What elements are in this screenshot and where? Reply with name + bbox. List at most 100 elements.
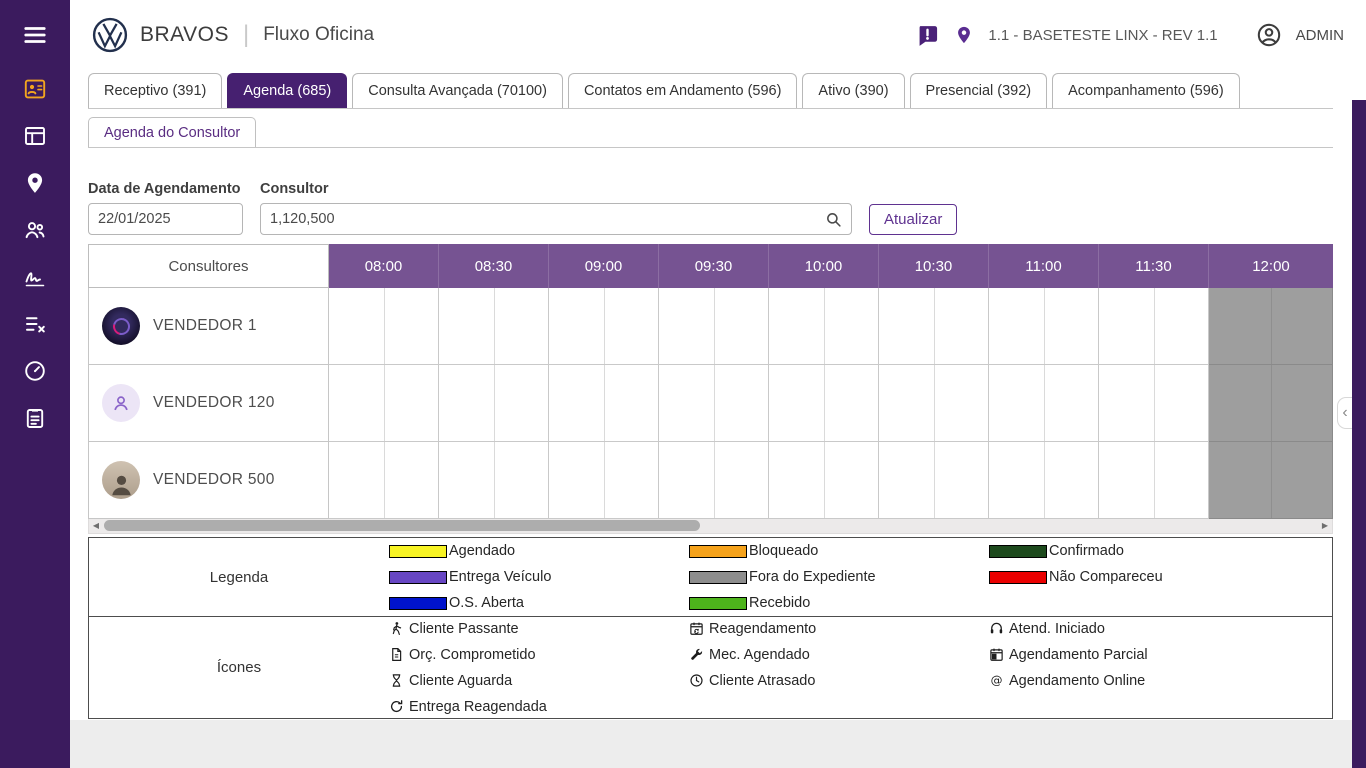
refresh-button[interactable]: Atualizar (869, 204, 958, 235)
icon-legend-item: Entrega Reagendada (389, 697, 689, 716)
slot-cell[interactable] (549, 365, 659, 442)
slot-cell[interactable] (1099, 365, 1209, 442)
legend-label: Recebido (749, 595, 811, 611)
slot-cell[interactable] (769, 365, 879, 442)
menu-icon[interactable] (22, 22, 48, 48)
tab-receptivo-391[interactable]: Receptivo (391) (88, 73, 223, 108)
legend-swatch-n-o-compareceu (989, 570, 1047, 584)
slot-cell[interactable] (439, 365, 549, 442)
consultant-name: VENDEDOR 120 (153, 394, 275, 411)
panel-collapse-toggle[interactable]: ‹ (1337, 397, 1352, 429)
legend-swatch-recebido (689, 596, 747, 610)
redo-icon (389, 699, 404, 714)
brand-name: BRAVOS (140, 23, 229, 46)
people-icon[interactable] (23, 218, 47, 242)
location-pin-icon[interactable] (954, 25, 974, 45)
consultant-row: VENDEDOR 500 (88, 442, 1333, 519)
slot-cell[interactable] (439, 288, 549, 365)
list-icon[interactable] (23, 124, 47, 148)
icon-legend-item: Agendamento Parcial (989, 645, 1332, 664)
legend-swatch-agendado (389, 544, 447, 558)
slot-cell[interactable] (989, 365, 1099, 442)
slot-cell[interactable] (769, 288, 879, 365)
chat-alert-icon[interactable] (915, 23, 940, 48)
map-pin-icon[interactable] (23, 171, 47, 195)
legend-grid: Agendado Bloqueado Confirmado Entrega Veícu… (389, 538, 1332, 616)
walking-person-icon (389, 621, 404, 636)
slot-cell[interactable] (1209, 365, 1333, 442)
wrench-icon (689, 647, 704, 662)
scroll-left-arrow-icon[interactable]: ◀ (89, 519, 103, 532)
scrollbar-thumb[interactable] (104, 520, 700, 531)
consultor-input[interactable] (270, 211, 825, 227)
time-header: 09:00 (549, 244, 659, 288)
slot-cell[interactable] (549, 442, 659, 519)
date-input[interactable] (98, 211, 285, 227)
legend-title: Legenda (209, 568, 269, 586)
slot-cell[interactable] (879, 288, 989, 365)
slot-cell[interactable] (659, 288, 769, 365)
slot-cell[interactable] (989, 288, 1099, 365)
slot-cell[interactable] (1099, 288, 1209, 365)
consultant-label: VENDEDOR 1 (88, 288, 329, 365)
icon-legend-label: Cliente Aguarda (409, 672, 513, 689)
slot-cell[interactable] (329, 365, 439, 442)
legend-label: Entrega Veículo (449, 569, 552, 585)
contacts-icon[interactable] (23, 77, 47, 101)
gauge-icon[interactable] (23, 359, 47, 383)
date-filter-label: Data de Agendamento (88, 181, 241, 197)
scroll-right-arrow-icon[interactable]: ▶ (1318, 519, 1332, 532)
tab-acompanhamento-596[interactable]: Acompanhamento (596) (1052, 73, 1240, 108)
time-header: 11:30 (1099, 244, 1209, 288)
icon-legend-label: Entrega Reagendada (409, 698, 547, 715)
tab-agenda-685[interactable]: Agenda (685) (227, 73, 348, 108)
icons-legend-box: Ícones Cliente Passante Reagendamento Aten… (88, 616, 1333, 719)
slot-cell[interactable] (329, 288, 439, 365)
slot-cell[interactable] (329, 442, 439, 519)
icon-legend-label: Agendamento Online (1009, 672, 1146, 689)
legend-swatch-confirmado (989, 544, 1047, 558)
slot-cell[interactable] (1209, 288, 1333, 365)
sidebar (0, 0, 70, 768)
slot-cell[interactable] (1209, 442, 1333, 519)
horizontal-scrollbar[interactable]: ◀ ▶ (88, 519, 1333, 534)
slot-cell[interactable] (659, 442, 769, 519)
tab-consulta-avan-ada-70100[interactable]: Consulta Avançada (70100) (352, 73, 563, 108)
person-avatar-icon (110, 392, 132, 414)
tab-agenda-do-consultor[interactable]: Agenda do Consultor (88, 117, 257, 147)
signature-icon[interactable] (23, 265, 47, 289)
consultor-field[interactable] (260, 203, 852, 235)
title-divider: | (242, 21, 250, 48)
legend-label: Não Compareceu (1049, 569, 1163, 585)
sidebar-icon-stack (23, 77, 47, 430)
slot-cell[interactable] (659, 365, 769, 442)
chevron-left-icon: ‹ (1342, 404, 1348, 421)
legend-item: O.S. Aberta (389, 594, 689, 613)
icon-legend-item: Cliente Atrasado (689, 671, 989, 690)
slot-cell[interactable] (549, 288, 659, 365)
consultor-filter-group: Consultor (260, 181, 852, 235)
clipboard-icon[interactable] (23, 406, 47, 430)
main-content: Receptivo (391) Agenda (685) Consulta Avan… (70, 70, 1366, 768)
tab-presencial-392[interactable]: Presencial (392) (909, 73, 1048, 108)
legend-item: Entrega Veículo (389, 568, 689, 587)
slot-cell[interactable] (989, 442, 1099, 519)
slot-cell[interactable] (1099, 442, 1209, 519)
legend-label: Fora do Expediente (749, 569, 876, 585)
date-field[interactable] (88, 203, 285, 235)
search-icon[interactable] (825, 211, 842, 228)
slot-cell[interactable] (879, 442, 989, 519)
icon-legend-item: Orç. Comprometido (389, 645, 689, 664)
consultant-name: VENDEDOR 500 (153, 471, 275, 488)
tasks-icon[interactable] (23, 312, 47, 336)
slot-cell[interactable] (879, 365, 989, 442)
user-icon[interactable] (1256, 22, 1282, 48)
slot-cell[interactable] (439, 442, 549, 519)
slot-cell[interactable] (769, 442, 879, 519)
tab-contatos-em-andamento-596[interactable]: Contatos em Andamento (596) (567, 73, 798, 108)
consultant-row: VENDEDOR 120 (88, 365, 1333, 442)
tab-ativo-390[interactable]: Ativo (390) (802, 73, 905, 108)
icons-legend-grid: Cliente Passante Reagendamento Atend. Inic… (389, 617, 1332, 718)
legend-label: O.S. Aberta (449, 595, 524, 611)
legend-label: Agendado (449, 543, 516, 559)
